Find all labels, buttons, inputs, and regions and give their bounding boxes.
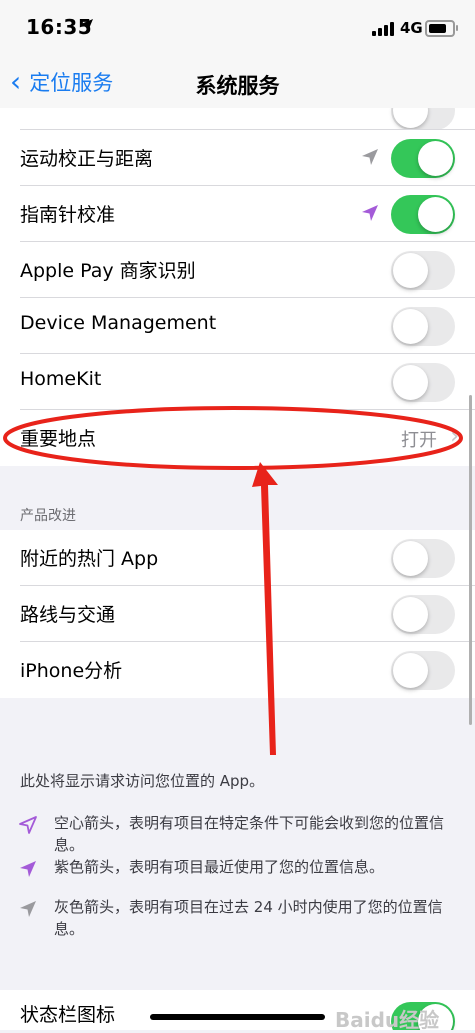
toggle-switch[interactable] bbox=[391, 651, 455, 690]
section-header: 产品改进 bbox=[20, 508, 76, 524]
row-label: Apple Pay 商家识别 bbox=[20, 260, 196, 282]
scrollbar[interactable] bbox=[469, 395, 472, 725]
row-detail: 打开 bbox=[401, 430, 437, 451]
product-improvement-list: 附近的热门 App 路线与交通 iPhone分析 bbox=[0, 530, 475, 698]
legend-text: 空心箭头，表明有项目在特定条件下可能会收到您的位置信息。 bbox=[54, 814, 445, 854]
purple-arrow-icon bbox=[362, 205, 378, 221]
toggle-switch[interactable] bbox=[391, 251, 455, 290]
signal-icon bbox=[372, 22, 394, 36]
legend-text: 灰色箭头，表明有项目在过去 24 小时内使用了您的位置信息。 bbox=[54, 898, 443, 938]
status-bar: 16:35 4G bbox=[0, 0, 475, 62]
toggle-switch[interactable] bbox=[391, 139, 455, 178]
battery-icon bbox=[425, 20, 458, 37]
network-type: 4G bbox=[400, 19, 423, 37]
partial-row bbox=[0, 108, 475, 130]
toggle-switch[interactable] bbox=[391, 539, 455, 578]
list-item: 路线与交通 bbox=[0, 586, 475, 642]
row-label: 路线与交通 bbox=[20, 604, 116, 626]
list-item: iPhone分析 bbox=[0, 642, 475, 698]
system-services-list: 运动校正与距离 指南针校准 Apple Pay 商家识别 Device Mana… bbox=[0, 130, 475, 466]
toggle-switch[interactable] bbox=[391, 195, 455, 234]
gray-arrow-icon bbox=[20, 901, 36, 917]
row-label: 重要地点 bbox=[20, 428, 97, 450]
toggle-switch[interactable] bbox=[391, 108, 455, 130]
list-item: 运动校正与距离 bbox=[0, 130, 475, 186]
row-label: HomeKit bbox=[20, 368, 102, 390]
toggle-switch[interactable] bbox=[391, 595, 455, 634]
list-item: 附近的热门 App bbox=[0, 530, 475, 586]
list-item: HomeKit bbox=[0, 354, 475, 410]
toggle-switch[interactable] bbox=[391, 363, 455, 402]
footer-intro: 此处将显示请求访问您位置的 App。 bbox=[20, 772, 265, 790]
navigation-bar: ‹ 定位服务 系统服务 bbox=[0, 62, 475, 108]
row-label: 运动校正与距离 bbox=[20, 148, 154, 170]
significant-locations-row[interactable]: 重要地点 打开 › bbox=[0, 410, 475, 466]
row-label: iPhone分析 bbox=[20, 660, 123, 682]
list-item: Device Management bbox=[0, 298, 475, 354]
list-item: Apple Pay 商家识别 bbox=[0, 242, 475, 298]
gray-arrow-icon bbox=[362, 149, 378, 165]
home-indicator bbox=[150, 1014, 325, 1020]
toggle-switch[interactable] bbox=[391, 307, 455, 346]
row-label: 状态栏图标 bbox=[20, 1004, 116, 1026]
hollow-arrow-icon bbox=[19, 816, 37, 834]
legend-text: 紫色箭头，表明有项目最近使用了您的位置信息。 bbox=[54, 858, 385, 876]
location-arrow-icon bbox=[81, 19, 93, 31]
row-label: Device Management bbox=[20, 312, 217, 334]
row-label: 指南针校准 bbox=[20, 204, 116, 226]
chevron-right-icon: › bbox=[450, 424, 459, 449]
list-item: 指南针校准 bbox=[0, 186, 475, 242]
page-title: 系统服务 bbox=[195, 74, 280, 98]
watermark: Baidu经验 bbox=[335, 1008, 440, 1032]
purple-arrow-icon bbox=[20, 861, 36, 877]
row-label: 附近的热门 App bbox=[20, 548, 159, 570]
